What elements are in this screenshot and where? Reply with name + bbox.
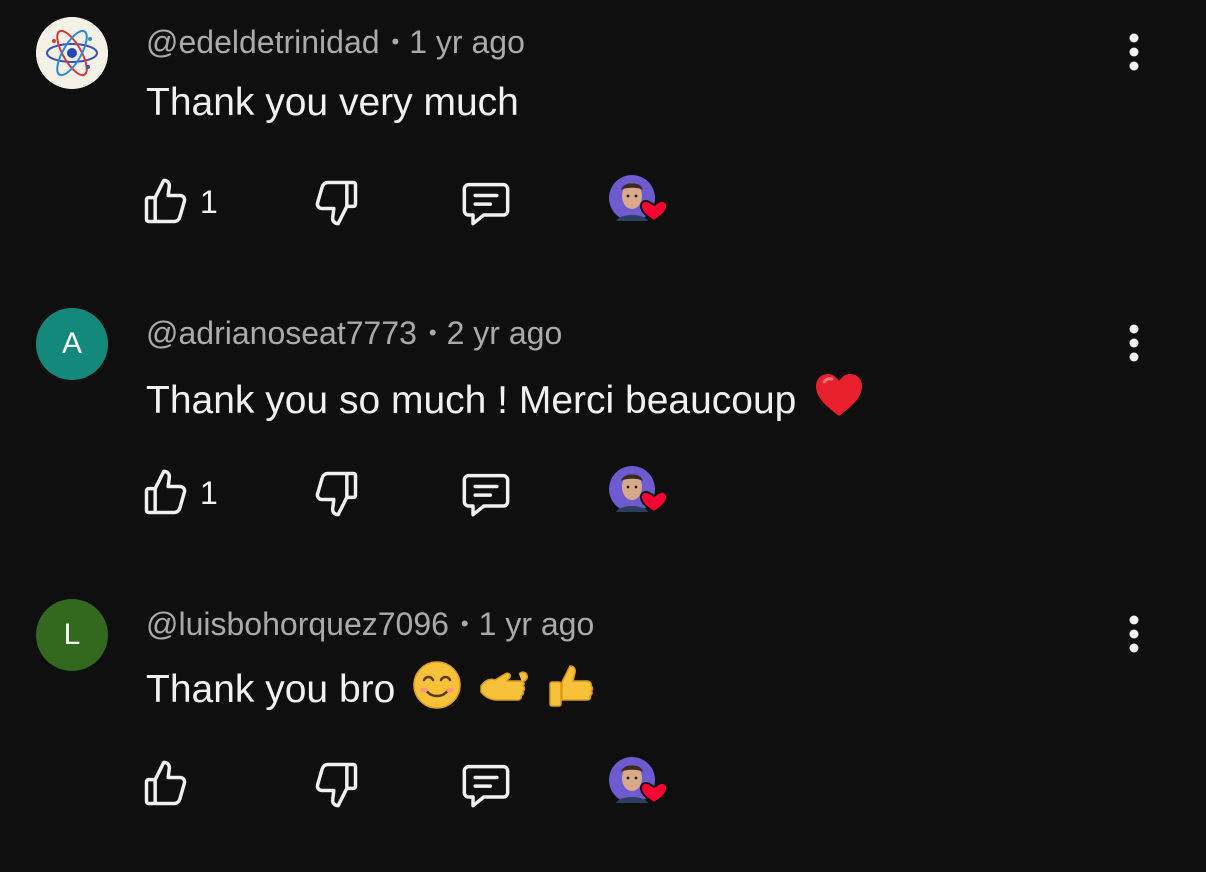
comment-age: 1 yr ago: [478, 606, 595, 642]
meta-separator: •: [460, 611, 469, 636]
thumbs-down-outline-icon: [315, 762, 358, 808]
thumbs-up-outline-icon: [144, 760, 187, 806]
creator-heart-icon: [609, 175, 669, 223]
comment-item: @edeldetrinidad • 1 yr ago Thank you very …: [0, 0, 1206, 260]
comment-meta: @adrianoseat7773 • 2 yr ago: [146, 311, 562, 355]
comment-text: Thank you very much: [146, 78, 519, 128]
like-button[interactable]: 1: [140, 463, 218, 523]
author-name[interactable]: @adrianoseat7773: [146, 315, 417, 351]
like-button[interactable]: [140, 754, 200, 814]
author-name[interactable]: @edeldetrinidad: [146, 24, 380, 60]
atom-icon: [36, 17, 108, 89]
meta-separator: •: [428, 320, 437, 345]
thumbs-up-outline-icon: [144, 178, 187, 224]
reply-button[interactable]: [456, 172, 516, 232]
creator-heart-icon: [609, 757, 669, 805]
thumbs-down-outline-icon: [315, 180, 358, 226]
call-me-hand-emoji: [475, 660, 531, 723]
thumbs-up-outline-icon: [144, 469, 187, 515]
avatar[interactable]: [36, 17, 108, 89]
dislike-button[interactable]: [310, 463, 362, 523]
call-me-hand-icon: [480, 671, 528, 701]
creator-heart: [608, 463, 672, 523]
dislike-button[interactable]: [310, 754, 362, 814]
vertical-ellipsis-icon: [1129, 615, 1139, 653]
reply-button[interactable]: [456, 754, 516, 814]
comment-reply-icon: [462, 473, 510, 517]
smiling-face-icon: [413, 661, 461, 709]
red-heart-icon: [816, 374, 863, 416]
comment-text: Thank you so much ! Merci beaucoup: [146, 369, 865, 434]
comment-body: Thank you so much ! Merci beaucoup: [146, 379, 797, 422]
meta-separator: •: [391, 29, 400, 54]
comment-body: Thank you bro: [146, 668, 396, 711]
comment-actions: [0, 754, 1206, 814]
thumbs-up-emoji: [544, 660, 596, 723]
creator-heart-icon: [609, 466, 669, 514]
more-options-button[interactable]: [1110, 319, 1158, 367]
dislike-button[interactable]: [310, 172, 362, 232]
smiling-face-emoji: [412, 660, 462, 723]
vertical-ellipsis-icon: [1129, 324, 1139, 362]
comment-reply-icon: [462, 182, 510, 226]
comment-item: A @adrianoseat7773 • 2 yr ago Thank you so…: [0, 291, 1206, 551]
comments-list: @edeldetrinidad • 1 yr ago Thank you very …: [0, 0, 1206, 872]
more-options-button[interactable]: [1110, 28, 1158, 76]
like-count: 1: [200, 183, 218, 220]
author-name[interactable]: @luisbohorquez7096: [146, 606, 449, 642]
like-count: 1: [200, 474, 218, 511]
avatar-letter: L: [63, 618, 81, 651]
comment-body: Thank you very much: [146, 81, 519, 124]
comment-meta: @luisbohorquez7096 • 1 yr ago: [146, 602, 594, 646]
thumbs-up-emoji-icon: [549, 665, 594, 707]
red-heart-emoji: [813, 369, 865, 434]
thumbs-down-outline-icon: [315, 471, 358, 517]
reply-button[interactable]: [456, 463, 516, 523]
comment-actions: 1: [0, 172, 1206, 232]
creator-heart: [608, 754, 672, 814]
creator-heart: [608, 172, 672, 232]
vertical-ellipsis-icon: [1129, 33, 1139, 71]
comment-age: 1 yr ago: [409, 24, 525, 60]
comment-item: L @luisbohorquez7096 • 1 yr ago Thank you …: [0, 582, 1206, 842]
comment-meta: @edeldetrinidad • 1 yr ago: [146, 20, 525, 64]
like-button[interactable]: 1: [140, 172, 218, 232]
avatar-letter: A: [61, 327, 82, 360]
comment-actions: 1: [0, 463, 1206, 523]
avatar[interactable]: L: [36, 599, 108, 671]
comment-text: Thank you bro: [146, 660, 596, 723]
comment-age: 2 yr ago: [446, 315, 563, 351]
more-options-button[interactable]: [1110, 610, 1158, 658]
comment-reply-icon: [462, 764, 510, 808]
avatar[interactable]: A: [36, 308, 108, 380]
